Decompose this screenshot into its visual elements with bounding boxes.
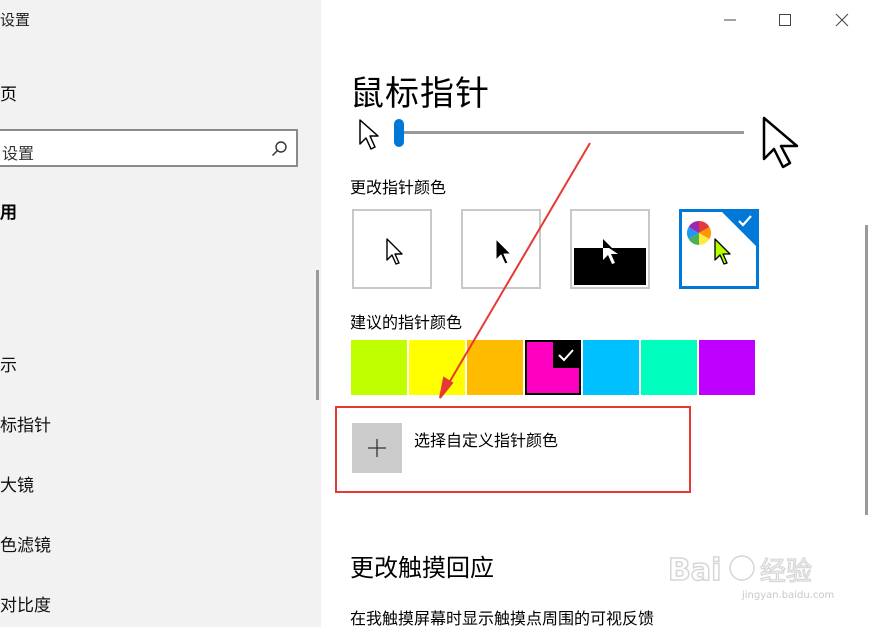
baidu-watermark-logo: Bai 经验 xyxy=(668,552,813,588)
checkmark-icon xyxy=(558,349,574,362)
touch-feedback-heading: 更改触摸回应 xyxy=(350,554,494,582)
plus-icon xyxy=(368,439,386,457)
maximize-icon[interactable] xyxy=(773,8,797,32)
pointer-style-inverted[interactable] xyxy=(570,209,650,289)
touch-feedback-description: 在我触摸屏幕时显示触摸点周围的可视反馈 xyxy=(350,609,655,628)
svg-text:经验: 经验 xyxy=(760,557,812,587)
inverted-pointer-icon xyxy=(603,239,618,264)
suggested-color-swatch[interactable] xyxy=(525,340,581,395)
custom-color-label[interactable]: 选择自定义指针颜色 xyxy=(414,427,558,451)
sidebar-item-color-filters[interactable]: 色滤镜 xyxy=(0,531,51,556)
suggested-color-swatch[interactable] xyxy=(641,340,697,395)
suggested-color-swatch[interactable] xyxy=(351,340,407,395)
change-pointer-color-label: 更改指针颜色 xyxy=(350,178,447,197)
black-pointer-icon xyxy=(495,238,512,265)
page-title: 鼠标指针 xyxy=(350,74,490,114)
suggested-color-swatch[interactable] xyxy=(583,340,639,395)
watermark-url: jingyan.baidu.com xyxy=(742,590,835,601)
pointer-style-white[interactable] xyxy=(352,209,432,289)
suggested-color-swatch[interactable] xyxy=(699,340,755,395)
sidebar-item-magnifier[interactable]: 大镜 xyxy=(0,471,34,496)
close-icon[interactable] xyxy=(830,8,854,32)
pointer-style-custom[interactable] xyxy=(679,209,759,289)
pointer-size-slider-track[interactable] xyxy=(400,131,744,134)
large-pointer-icon xyxy=(762,116,799,169)
search-icon[interactable] xyxy=(271,140,288,157)
suggested-color-swatch[interactable] xyxy=(467,340,523,395)
pointer-size-slider-thumb[interactable] xyxy=(394,119,404,147)
search-input[interactable]: 设置 xyxy=(0,129,298,167)
suggested-colors-label: 建议的指针颜色 xyxy=(350,313,463,332)
white-pointer-icon xyxy=(386,238,403,265)
sidebar-item-high-contrast[interactable]: 对比度 xyxy=(0,591,51,616)
selected-color-indicator xyxy=(553,342,579,368)
sidebar-item-home[interactable]: 页 xyxy=(0,80,17,105)
suggested-color-swatch[interactable] xyxy=(409,340,465,395)
small-pointer-icon xyxy=(359,119,379,150)
svg-text:Bai: Bai xyxy=(668,553,721,588)
main-scrollbar[interactable] xyxy=(865,225,868,515)
custom-color-button[interactable] xyxy=(352,423,402,473)
sidebar-section-heading: 用 xyxy=(0,203,17,223)
pointer-style-black[interactable] xyxy=(461,209,541,289)
sidebar-item-mouse-pointer[interactable]: 标指针 xyxy=(0,411,51,436)
settings-sidebar: 设置 页 设置 用 示 标指针 大镜 色滤镜 对比度 xyxy=(0,0,321,627)
minimize-icon[interactable] xyxy=(718,8,742,32)
app-title: 设置 xyxy=(0,11,31,29)
search-placeholder: 设置 xyxy=(2,144,35,163)
sidebar-scrollbar[interactable] xyxy=(316,270,319,400)
sidebar-item-display[interactable]: 示 xyxy=(0,351,17,376)
checkmark-icon xyxy=(738,215,752,227)
